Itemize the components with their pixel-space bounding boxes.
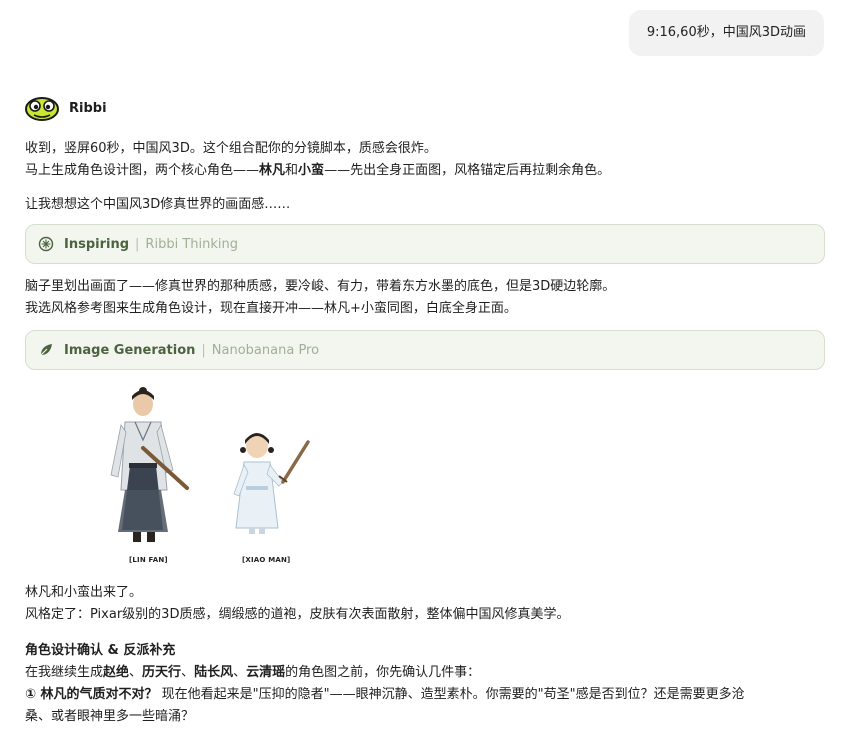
tool-title: Inspiring bbox=[64, 236, 130, 252]
message-text: 在我继续生成赵绝、历天行、陆长风、云清瑶的角色图之前，你先确认几件事： bbox=[25, 665, 481, 680]
section-title: 角色设计确认 & 反派补充 bbox=[25, 643, 176, 658]
message-text: 我选风格参考图来生成角色设计，现在直接开冲——林凡+小蛮同图，白底全身正面。 bbox=[25, 301, 517, 316]
tool-subtitle: Ribbi Thinking bbox=[145, 236, 238, 252]
tool-subtitle: Nanobanana Pro bbox=[211, 342, 320, 358]
message-text: 风格定了：Pixar级别的3D质感，绸缎感的道袍，皮肤有次表面散射，整体偏中国风… bbox=[25, 607, 570, 622]
message-text: 脑子里划出画面了——修真世界的那种质感，要冷峻、有力，带着东方水墨的底色，但是3… bbox=[25, 279, 616, 294]
sparkle-icon bbox=[38, 236, 54, 252]
message-text: 马上生成角色设计图，两个核心角色——林凡和小蛮——先出全身正面图，风格锚定后再拉… bbox=[25, 163, 611, 178]
question-item-continued: 桑、或者眼神里多一些暗涌？ bbox=[25, 709, 195, 724]
assistant-name: Ribbi bbox=[69, 100, 107, 116]
message-text: 让我想想这个中国风3D修真世界的画面感…… bbox=[25, 197, 291, 212]
message-text: 收到，竖屏60秒，中国风3D。这个组合配你的分镜脚本，质感会很炸。 bbox=[25, 141, 437, 156]
tool-divider: | bbox=[135, 236, 140, 252]
image-label-lin-fan: [LIN FAN] bbox=[129, 556, 168, 564]
character-illustration bbox=[110, 387, 310, 542]
tool-divider: | bbox=[201, 342, 206, 358]
tool-title: Image Generation bbox=[64, 342, 196, 358]
inspiring-tool-card[interactable]: Inspiring | Ribbi Thinking bbox=[25, 224, 825, 264]
xiao-man-figure bbox=[233, 433, 310, 534]
message-text: 林凡和小蛮出来了。 bbox=[25, 585, 143, 600]
ribbi-avatar-icon bbox=[25, 97, 59, 121]
generated-character-image[interactable]: [LIN FAN] [XIAO MAN] bbox=[25, 370, 825, 582]
user-message-bubble: 9:16,60秒，中国风3D动画 bbox=[628, 10, 824, 56]
leaf-icon bbox=[39, 344, 52, 357]
assistant-header: Ribbi bbox=[25, 94, 825, 122]
image-generation-tool-card[interactable]: Image Generation | Nanobanana Pro bbox=[25, 330, 825, 370]
lin-fan-figure bbox=[110, 387, 189, 542]
assistant-message: Ribbi 收到，竖屏60秒，中国风3D。这个组合配你的分镜脚本，质感会很炸。 … bbox=[25, 94, 825, 728]
image-label-xiao-man: [XIAO MAN] bbox=[242, 556, 291, 564]
question-item: ① 林凡的气质对不对？ 现在他看起来是"压抑的隐者"——眼神沉静、造型素朴。你需… bbox=[25, 687, 745, 702]
